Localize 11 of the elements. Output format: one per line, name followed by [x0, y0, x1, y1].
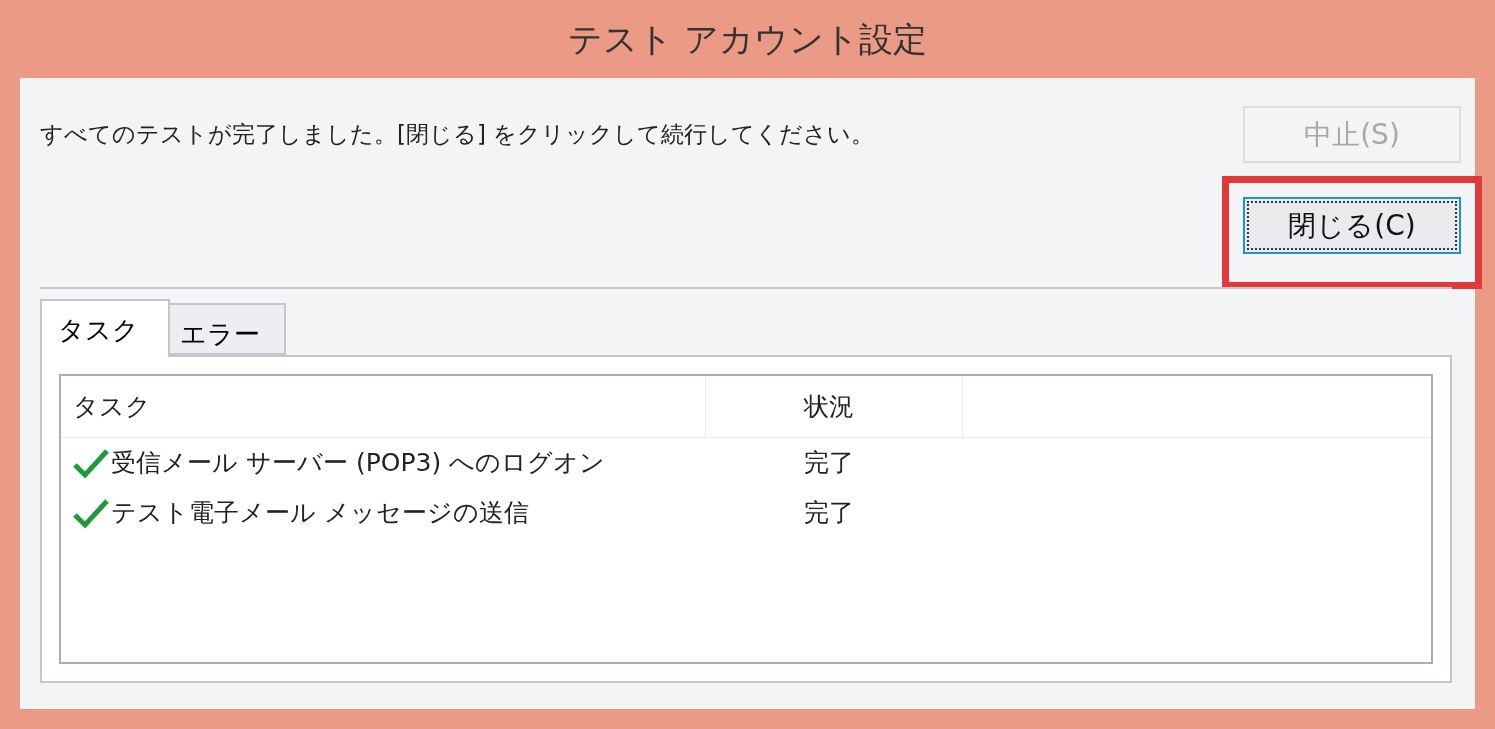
table-cell-text: 完了: [803, 497, 854, 530]
window-title: テスト アカウント設定: [568, 17, 927, 61]
column-header[interactable]: タスク: [61, 376, 706, 437]
close-button[interactable]: 閉じる(C): [1243, 197, 1461, 254]
table-cell-text: 完了: [803, 447, 854, 480]
status-message: すべてのテストが完了しました。[閉じる] をクリックして続行してください。: [40, 120, 875, 149]
table-cell-text: 受信メール サーバー (POP3) へのログオン: [111, 447, 606, 480]
tab[interactable]: タスク: [40, 299, 170, 357]
column-header[interactable]: 状況: [706, 376, 963, 437]
table-cell-text: テスト電子メール メッセージの送信: [111, 497, 529, 530]
tab[interactable]: エラー: [170, 303, 286, 355]
